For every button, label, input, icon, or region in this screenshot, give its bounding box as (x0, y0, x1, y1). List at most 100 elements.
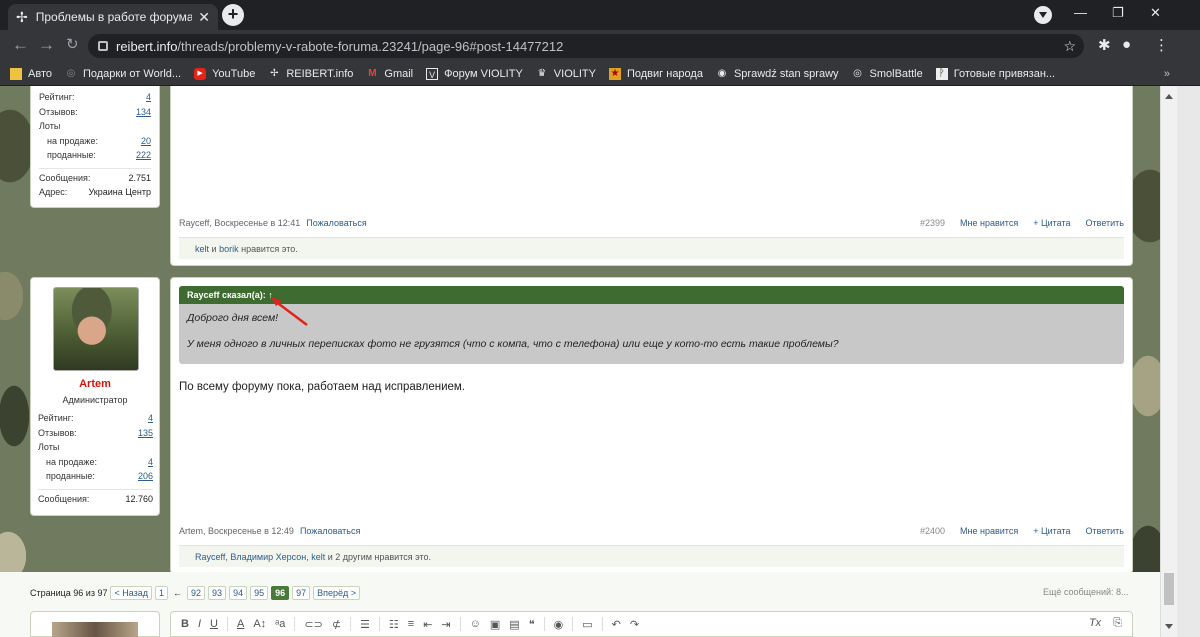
reload-icon[interactable]: ↻ (66, 35, 79, 53)
next-page-button[interactable]: Вперёд > (313, 586, 361, 600)
smiley-icon[interactable]: ☺ (470, 618, 481, 630)
tab-search-icon[interactable] (1034, 6, 1052, 24)
post-author-time[interactable]: Artem, Воскресенье в 12:49 (179, 526, 294, 536)
post-author-time[interactable]: Rayceff, Воскресенье в 12:41 (179, 218, 300, 228)
sold-value[interactable]: 206 (138, 469, 153, 484)
bookmark-label: Подарки от World... (82, 67, 182, 80)
menu-icon[interactable]: ⋮ (1154, 36, 1169, 54)
report-link[interactable]: Пожаловаться (300, 526, 360, 536)
font-size-icon[interactable]: A↕ (253, 618, 266, 630)
bookmark-item[interactable]: ★ Подвиг народа (608, 67, 703, 80)
username[interactable]: Artem (30, 378, 160, 390)
back-icon[interactable]: ← (12, 35, 29, 55)
new-tab-button[interactable]: + (222, 4, 244, 26)
bookmark-star-icon[interactable]: ☆ (1063, 38, 1076, 55)
underline-button[interactable]: U (210, 618, 218, 630)
scroll-thumb[interactable] (1164, 573, 1174, 605)
toggle-bbcode-icon[interactable]: ⎘ (1113, 617, 1122, 630)
bookmark-item[interactable]: ◎ SmolBattle (852, 68, 923, 80)
post-number[interactable]: #2399 (920, 218, 945, 228)
page-link[interactable]: 92 (187, 586, 206, 600)
quote-header[interactable]: Rayceff сказал(а): ↑ (179, 286, 1124, 304)
bookmark-item[interactable]: Авто (10, 67, 52, 80)
bookmark-item[interactable]: ♛ VIOLITY (536, 68, 596, 80)
quote-link[interactable]: + Цитата (1033, 218, 1070, 228)
page-link[interactable]: 93 (208, 586, 227, 600)
save-draft-icon[interactable]: ▭ (582, 618, 592, 631)
selling-value[interactable]: 20 (141, 134, 151, 149)
bulleted-list-icon[interactable]: ☷ (389, 618, 399, 631)
avatar-image (52, 622, 138, 637)
post-footer: Artem, Воскресенье в 12:49 Пожаловаться … (179, 526, 1124, 536)
link-icon[interactable]: ⊂⊃ (304, 618, 322, 631)
selling-value[interactable]: 4 (148, 455, 153, 470)
undo-icon[interactable]: ↶ (612, 618, 621, 631)
image-icon[interactable]: ▣ (490, 618, 500, 631)
page-scrollbar[interactable] (1160, 86, 1177, 637)
more-bookmarks-button[interactable]: » (1164, 68, 1170, 80)
page-link[interactable]: 94 (229, 586, 248, 600)
text-color-icon[interactable]: A (237, 618, 244, 630)
remove-format-icon[interactable]: Tx (1089, 617, 1101, 630)
more-messages-text[interactable]: Ещё сообщений: 8... (1043, 587, 1129, 597)
reviews-row: Отзывов: 135 (38, 426, 153, 441)
like-link[interactable]: Мне нравится (960, 218, 1018, 228)
reviews-value[interactable]: 135 (138, 426, 153, 441)
window-close-icon[interactable]: ✕ (1150, 5, 1161, 21)
bookmark-item[interactable]: ▶ YouTube (194, 67, 255, 80)
bookmark-item[interactable]: ◉ Sprawdź stan sprawy (716, 68, 839, 80)
page-link[interactable]: 97 (292, 586, 311, 600)
bookmark-item[interactable]: ◎ Подарки от World... (65, 67, 182, 80)
messages-value: 12.760 (125, 493, 153, 504)
bold-button[interactable]: B (181, 618, 189, 630)
browser-tab[interactable]: ✢ Проблемы в работе форума | С ✕ (8, 4, 218, 30)
tab-strip: ✢ Проблемы в работе форума | С ✕ + — ❐ ✕ (0, 0, 1200, 30)
rating-row: Рейтинг: 4 (38, 411, 153, 426)
italic-button[interactable]: I (198, 618, 201, 630)
quote-insert-icon[interactable]: ❝ (529, 618, 535, 631)
post-number[interactable]: #2400 (920, 526, 945, 536)
outdent-icon[interactable]: ⇤ (423, 618, 432, 631)
restore-icon[interactable]: ❐ (1112, 5, 1124, 21)
bookmark-item[interactable]: ᚹ Готовые привязан... (935, 67, 1055, 80)
bookmark-item[interactable]: M Gmail (366, 68, 413, 80)
quote-link[interactable]: + Цитата (1033, 526, 1070, 536)
reply-link[interactable]: Ответить (1086, 218, 1124, 228)
indent-icon[interactable]: ⇥ (441, 618, 450, 631)
page-gap-icon[interactable]: ← (173, 588, 182, 598)
bookmark-label: Sprawdź stan sprawy (733, 67, 839, 80)
rating-value[interactable]: 4 (146, 90, 151, 105)
bookmark-item[interactable]: V Форум VIOLITY (426, 67, 523, 80)
minimize-icon[interactable]: — (1074, 5, 1087, 20)
close-tab-icon[interactable]: ✕ (198, 9, 210, 26)
profile-avatar-icon[interactable]: ● (1122, 36, 1131, 53)
sold-value[interactable]: 222 (136, 148, 151, 163)
media-icon[interactable]: ▤ (509, 618, 519, 631)
like-link[interactable]: Мне нравится (960, 526, 1018, 536)
bookmark-item[interactable]: ✢ REIBERT.info (268, 68, 353, 80)
page-link[interactable]: 1 (155, 586, 169, 600)
page-link[interactable]: 95 (250, 586, 269, 600)
prev-page-button[interactable]: < Назад (110, 586, 153, 600)
numbered-list-icon[interactable]: ≡ (408, 618, 414, 630)
liker-link[interactable]: kelt (195, 244, 209, 254)
address-bar[interactable]: reibert.info /threads/problemy-v-rabote-… (88, 34, 1084, 58)
unlink-icon[interactable]: ⊄ (332, 618, 341, 631)
camera-icon[interactable]: ◉ (554, 618, 564, 631)
avatar[interactable] (53, 287, 139, 371)
extensions-icon[interactable]: ✱ (1098, 36, 1111, 54)
scroll-up-icon[interactable] (1165, 90, 1173, 99)
redo-icon[interactable]: ↷ (630, 618, 639, 631)
rating-value[interactable]: 4 (148, 411, 153, 426)
reviews-value[interactable]: 134 (136, 105, 151, 120)
liker-link[interactable]: borik (219, 244, 239, 254)
reply-link[interactable]: Ответить (1086, 526, 1124, 536)
forward-icon[interactable]: → (38, 35, 55, 55)
liker-links[interactable]: Rayceff, Владимир Херсон, kelt (195, 552, 325, 562)
report-link[interactable]: Пожаловаться (306, 218, 366, 228)
user-stats: Рейтинг: 4 Отзывов: 135 Лоты на продаже: 4 … (38, 411, 153, 506)
align-icon[interactable]: ☰ (360, 618, 370, 631)
scroll-down-icon[interactable] (1165, 624, 1173, 633)
font-family-icon[interactable]: ᵃa (275, 618, 285, 630)
youtube-icon: ▶ (194, 67, 207, 80)
